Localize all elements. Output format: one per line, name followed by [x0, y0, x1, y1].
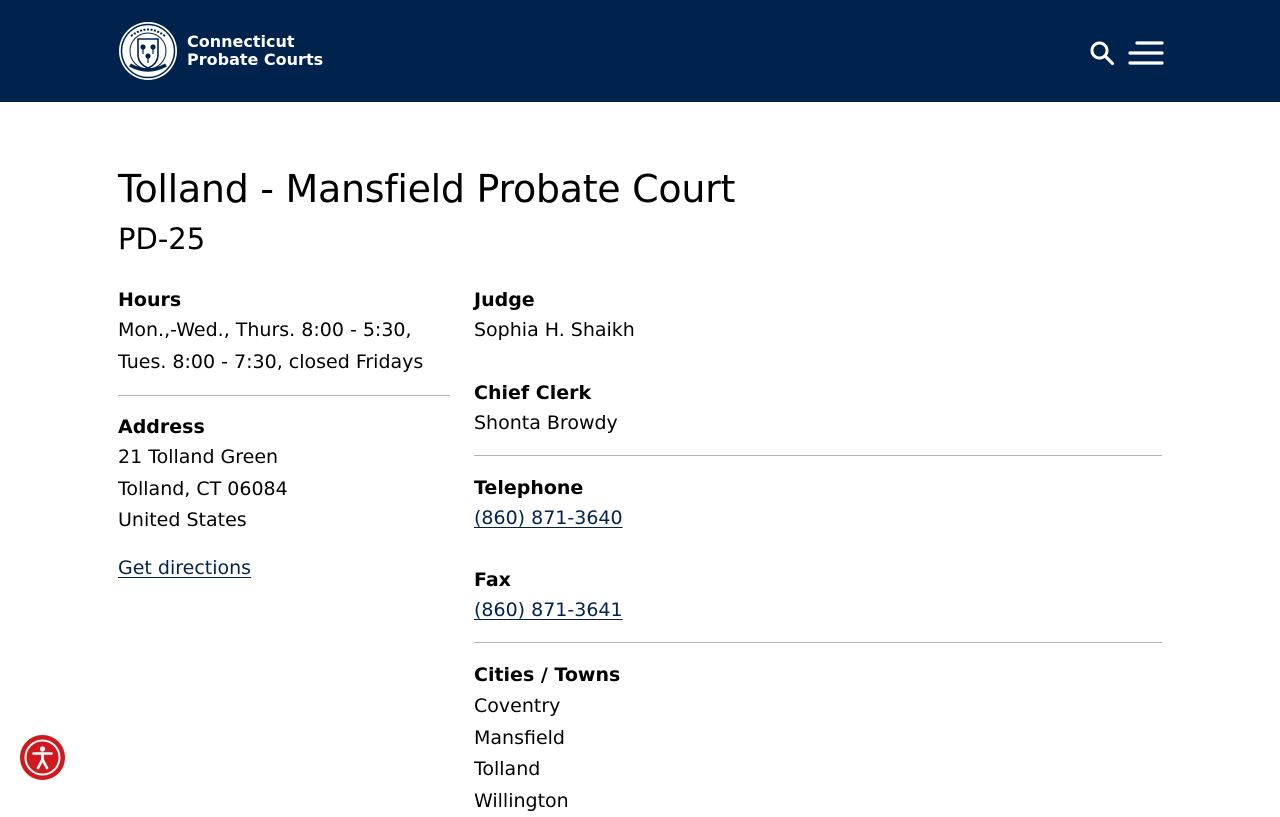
hours-line-1: Mon.,-Wed., Thurs. 8:00 - 5:30, — [118, 315, 450, 347]
page-title: Tolland - Mansfield Probate Court — [118, 165, 735, 213]
fax-section: Fax (860) 871-3641 — [474, 566, 1162, 643]
hours-line-2: Tues. 8:00 - 7:30, closed Fridays — [118, 347, 450, 379]
address-street: 21 Tolland Green — [118, 442, 450, 474]
telephone-link[interactable]: (860) 871-3640 — [474, 507, 623, 529]
search-icon[interactable] — [1089, 40, 1115, 66]
judge-section: Judge Sophia H. Shaikh — [474, 286, 1162, 347]
town-item: Tolland — [474, 754, 1162, 786]
town-item: Mansfield — [474, 723, 1162, 755]
fax-link[interactable]: (860) 871-3641 — [474, 599, 623, 621]
court-seal-logo[interactable] — [118, 21, 178, 81]
chief-clerk-section: Chief Clerk Shonta Browdy — [474, 379, 1162, 456]
site-header: Connecticut Probate Courts — [0, 0, 1280, 102]
court-contacts-column: Judge Sophia H. Shaikh Chief Clerk Shont… — [474, 286, 1162, 817]
town-item: Willington — [474, 786, 1162, 817]
address-city: Tolland, CT 06084 — [118, 474, 450, 506]
hours-label: Hours — [118, 286, 450, 314]
district-code: PD-25 — [118, 220, 205, 258]
telephone-label: Telephone — [474, 474, 1162, 502]
telephone-section: Telephone (860) 871-3640 — [474, 456, 1162, 535]
site-name-line2: Probate Courts — [187, 51, 323, 69]
judge-name: Sophia H. Shaikh — [474, 315, 1162, 347]
address-section: Address 21 Tolland Green Tolland, CT 060… — [118, 396, 450, 584]
judge-label: Judge — [474, 286, 1162, 314]
address-label: Address — [118, 413, 450, 441]
court-location-column: Hours Mon.,-Wed., Thurs. 8:00 - 5:30, Tu… — [118, 286, 450, 584]
get-directions-link[interactable]: Get directions — [118, 557, 251, 579]
towns-section: Cities / Towns Coventry Mansfield Tollan… — [474, 643, 1162, 817]
site-name-link[interactable]: Connecticut Probate Courts — [187, 33, 323, 69]
hamburger-menu-icon[interactable] — [1128, 40, 1164, 66]
address-country: United States — [118, 505, 450, 537]
accessibility-button[interactable] — [20, 735, 65, 780]
towns-label: Cities / Towns — [474, 661, 1162, 689]
site-name-line1: Connecticut — [187, 33, 323, 51]
hours-section: Hours Mon.,-Wed., Thurs. 8:00 - 5:30, Tu… — [118, 286, 450, 395]
accessibility-icon — [20, 735, 65, 780]
town-item: Coventry — [474, 691, 1162, 723]
chief-clerk-name: Shonta Browdy — [474, 408, 1162, 440]
fax-label: Fax — [474, 566, 1162, 594]
chief-clerk-label: Chief Clerk — [474, 379, 1162, 407]
